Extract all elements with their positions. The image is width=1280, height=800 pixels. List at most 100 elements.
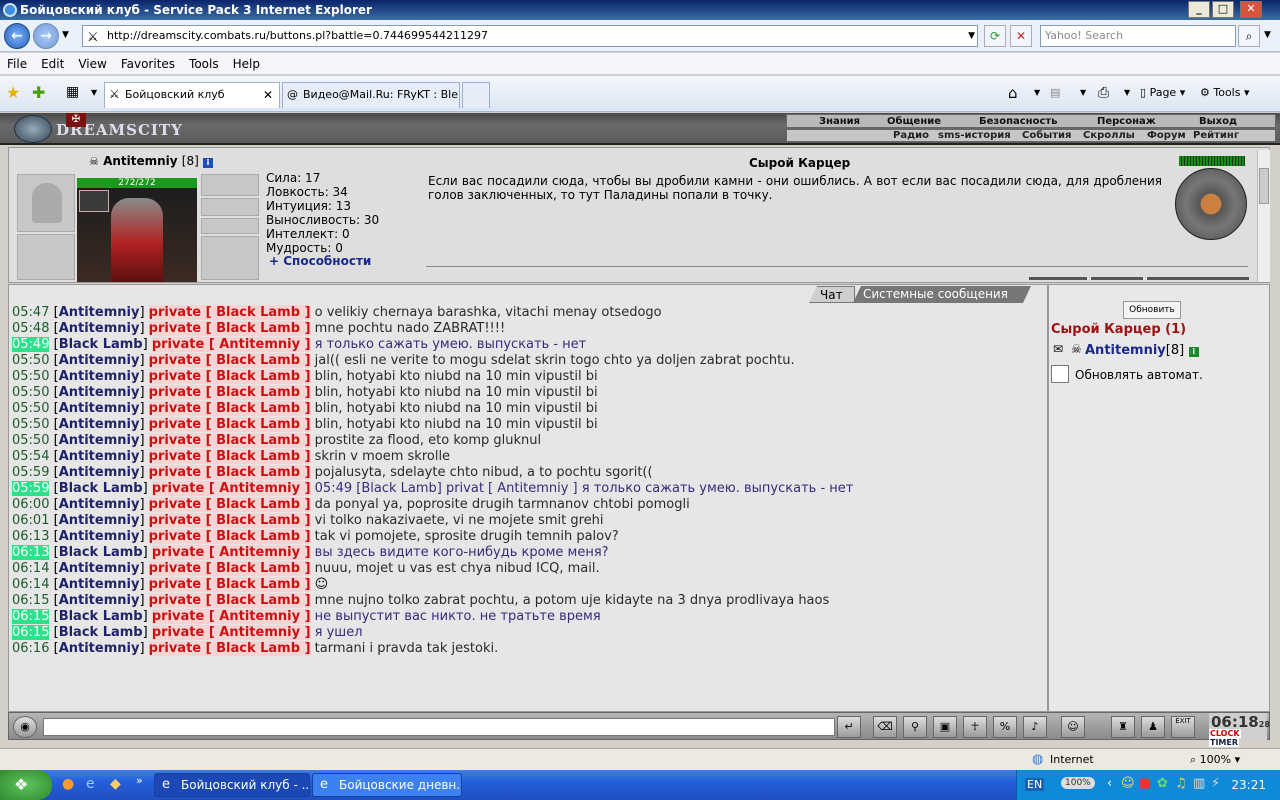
chat-input[interactable] xyxy=(43,718,835,736)
private-tag[interactable]: private [ Black Lamb ] xyxy=(148,641,311,656)
ie-quicklaunch-icon[interactable]: e xyxy=(86,776,95,792)
chat-sender[interactable]: Antitemniy xyxy=(59,305,140,320)
chat-sender[interactable]: Black Lamb xyxy=(59,337,143,352)
private-tag[interactable]: private [ Black Lamb ] xyxy=(148,433,311,448)
tray-clock[interactable]: 23:21 xyxy=(1231,778,1266,792)
chat-time[interactable]: 05:48 xyxy=(12,321,49,336)
rings-slot-icon[interactable] xyxy=(201,174,259,196)
chat-time[interactable]: 06:00 xyxy=(12,497,49,512)
app-quicklaunch-icon[interactable]: ◆ xyxy=(110,776,121,792)
bag-icon[interactable]: ♜ xyxy=(1111,716,1135,738)
chat-sender[interactable]: Black Lamb xyxy=(59,625,143,640)
save-log-icon[interactable]: ▣ xyxy=(933,716,957,738)
tools-menu[interactable]: ⚙ Tools ▾ xyxy=(1200,84,1250,102)
info-icon[interactable]: i xyxy=(1188,347,1199,357)
nav-knowledge[interactable]: Знания xyxy=(819,115,860,128)
private-tag[interactable]: private [ Black Lamb ] xyxy=(148,497,311,512)
subnav-radio[interactable]: Радио xyxy=(893,130,929,142)
private-message-icon[interactable]: ✉ xyxy=(1053,342,1063,356)
icq-tray-icon[interactable]: ✿ xyxy=(1157,776,1168,791)
quick-tabs-icon[interactable]: ▦ xyxy=(66,84,79,100)
private-tag[interactable]: private [ Antitemniy ] xyxy=(151,625,311,640)
chat-time[interactable]: 05:50 xyxy=(12,417,49,432)
info-icon[interactable]: i xyxy=(202,158,213,168)
subnav-rating[interactable]: Рейтинг xyxy=(1193,130,1239,142)
address-input[interactable]: ⚔ http://dreamscity.combats.ru/buttons.p… xyxy=(82,25,978,47)
volume-tray-icon[interactable]: ♫ xyxy=(1175,776,1187,791)
taskbar-fightclub[interactable]: e Бойцовский клуб - ... xyxy=(154,773,310,797)
clear-icon[interactable]: ⌫ xyxy=(873,716,897,738)
info-scrollbar[interactable] xyxy=(1257,150,1270,282)
feeds-icon[interactable]: ▤ xyxy=(1050,84,1060,102)
bracers-slot-icon[interactable] xyxy=(17,234,75,280)
private-tag[interactable]: private [ Black Lamb ] xyxy=(148,369,311,384)
nav-communication[interactable]: Общение xyxy=(887,115,941,128)
chat-sender[interactable]: Black Lamb xyxy=(59,609,143,624)
chat-sender[interactable]: Antitemniy xyxy=(59,353,140,368)
chat-time[interactable]: 06:15 xyxy=(12,609,50,624)
nav-exit[interactable]: Выход xyxy=(1199,115,1237,128)
private-tag[interactable]: private [ Black Lamb ] xyxy=(148,385,311,400)
chat-time[interactable]: 06:01 xyxy=(12,513,49,528)
nav-character[interactable]: Персонаж xyxy=(1097,115,1156,128)
auto-refresh-checkbox[interactable] xyxy=(1051,365,1069,383)
subnav-scrolls[interactable]: Скроллы xyxy=(1083,130,1135,142)
back-button[interactable]: ← xyxy=(4,23,30,49)
menu-tools[interactable]: Tools xyxy=(182,53,226,75)
home-dropdown-icon[interactable]: ▼ xyxy=(1034,84,1040,102)
chat-time[interactable]: 06:14 xyxy=(12,577,49,592)
private-tag[interactable]: private [ Antitemniy ] xyxy=(151,545,311,560)
chat-time[interactable]: 05:50 xyxy=(12,353,49,368)
private-tag[interactable]: private [ Black Lamb ] xyxy=(148,561,311,576)
private-tag[interactable]: private [ Black Lamb ] xyxy=(148,577,311,592)
new-tab-button[interactable] xyxy=(462,82,490,108)
refresh-button[interactable]: Обновить xyxy=(1123,301,1181,319)
firefox-icon[interactable]: ● xyxy=(62,776,74,792)
subnav-events[interactable]: События xyxy=(1022,130,1071,142)
group-icon[interactable]: ♟ xyxy=(1141,716,1165,738)
menu-view[interactable]: View xyxy=(71,53,113,75)
chat-sender[interactable]: Antitemniy xyxy=(59,401,140,416)
chat-time[interactable]: 06:16 xyxy=(12,641,49,656)
chat-time[interactable]: 05:50 xyxy=(12,433,49,448)
chat-sender[interactable]: Antitemniy xyxy=(59,561,140,576)
chat-sender[interactable]: Antitemniy xyxy=(59,385,140,400)
search-dropdown-icon[interactable]: ▼ xyxy=(1264,30,1271,40)
chat-time[interactable]: 05:47 xyxy=(12,305,49,320)
chat-time[interactable]: 05:50 xyxy=(12,369,49,384)
private-tag[interactable]: private [ Black Lamb ] xyxy=(148,417,311,432)
refresh-icon[interactable]: ⟳ xyxy=(984,25,1006,47)
tab-system-messages[interactable]: Системные сообщения xyxy=(853,286,1031,303)
private-tag[interactable]: private [ Black Lamb ] xyxy=(148,401,311,416)
tab-chat[interactable]: Чат xyxy=(809,286,855,303)
home-icon[interactable]: ⌂ xyxy=(1008,84,1018,102)
page-menu[interactable]: ▯ Page ▾ xyxy=(1140,84,1185,102)
close-window-button[interactable]: ✕ xyxy=(1240,1,1262,18)
quicklaunch-more-icon[interactable]: » xyxy=(136,774,143,787)
clock-label[interactable]: CLOCK xyxy=(1209,729,1241,738)
helmet-slot-icon[interactable] xyxy=(17,174,75,232)
chat-sender[interactable]: Black Lamb xyxy=(59,545,143,560)
add-favorite-icon[interactable]: ✚ xyxy=(32,83,45,102)
private-tag[interactable]: private [ Black Lamb ] xyxy=(148,529,311,544)
chat-time[interactable]: 05:50 xyxy=(12,401,49,416)
history-dropdown-icon[interactable]: ▼ xyxy=(62,30,69,40)
chat-time[interactable]: 06:15 xyxy=(12,593,49,608)
forward-button[interactable]: → xyxy=(33,23,59,49)
maximize-button[interactable]: □ xyxy=(1212,1,1234,18)
send-icon[interactable]: ↵ xyxy=(837,716,861,738)
minimize-button[interactable]: _ xyxy=(1188,1,1210,18)
battery-indicator[interactable]: 100% xyxy=(1061,777,1095,789)
ring-slots-icon[interactable] xyxy=(201,218,259,234)
private-tag[interactable]: private [ Black Lamb ] xyxy=(148,593,311,608)
chat-sender[interactable]: Antitemniy xyxy=(59,577,140,592)
smiley-icon[interactable]: ☺ xyxy=(1061,716,1085,738)
menu-file[interactable]: File xyxy=(0,53,34,75)
search-icon[interactable]: ⌕ xyxy=(1238,25,1260,47)
print-icon[interactable]: ⎙ xyxy=(1098,84,1109,102)
character-portrait[interactable] xyxy=(77,188,197,282)
chat-time[interactable]: 06:13 xyxy=(12,545,50,560)
print-dropdown-icon[interactable]: ▼ xyxy=(1124,84,1130,102)
safely-remove-tray-icon[interactable]: ⚡ xyxy=(1211,776,1220,791)
tab-list-dropdown-icon[interactable]: ▼ xyxy=(91,88,97,97)
